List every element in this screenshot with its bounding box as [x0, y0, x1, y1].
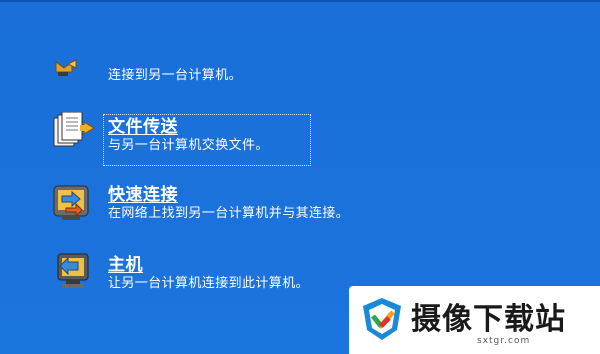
top-border	[0, 0, 600, 2]
option-remote-connect-description: 连接到另一台计算机。	[108, 68, 243, 83]
watermark-name: 摄像下载站	[411, 302, 566, 337]
computer-connect-icon	[54, 58, 80, 84]
option-quick-connect-description: 在网络上找到另一台计算机并与其连接。	[108, 206, 350, 221]
watermark-url: sxtgr.com	[477, 336, 531, 346]
file-transfer-icon	[48, 111, 98, 158]
watermark-badge: 摄像下载站 sxtgr.com	[349, 286, 600, 354]
quick-connect-icon	[52, 182, 94, 228]
option-host-description: 让另一台计算机连接到此计算机。	[108, 276, 310, 291]
focus-rectangle	[103, 114, 311, 166]
site-logo-icon	[359, 296, 405, 346]
host-icon	[54, 252, 94, 296]
